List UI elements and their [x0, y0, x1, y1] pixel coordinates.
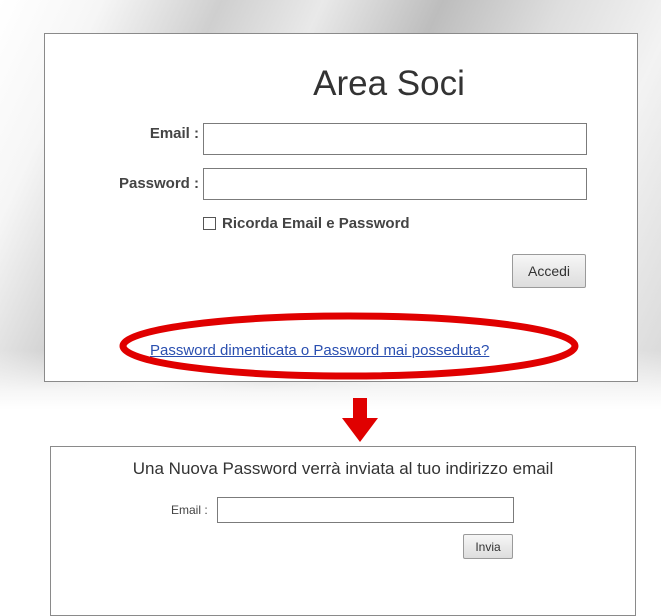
reset-panel: Una Nuova Password verrà inviata al tuo … — [50, 446, 636, 616]
remember-checkbox[interactable] — [203, 217, 216, 230]
password-field[interactable] — [203, 168, 587, 200]
email-field[interactable] — [203, 123, 587, 155]
highlight-ellipse — [119, 312, 579, 380]
page-title: Area Soci — [313, 64, 465, 103]
remember-label: Ricorda Email e Password — [222, 215, 410, 232]
login-button[interactable]: Accedi — [512, 254, 586, 288]
password-label: Password : — [118, 175, 199, 192]
send-button[interactable]: Invia — [463, 534, 513, 559]
arrow-down-icon — [342, 398, 378, 442]
reset-email-field[interactable] — [217, 497, 514, 523]
email-label: Email : — [149, 125, 199, 142]
remember-row: Ricorda Email e Password — [203, 215, 410, 232]
reset-email-label: Email : — [171, 503, 208, 517]
reset-message: Una Nuova Password verrà inviata al tuo … — [132, 459, 554, 478]
